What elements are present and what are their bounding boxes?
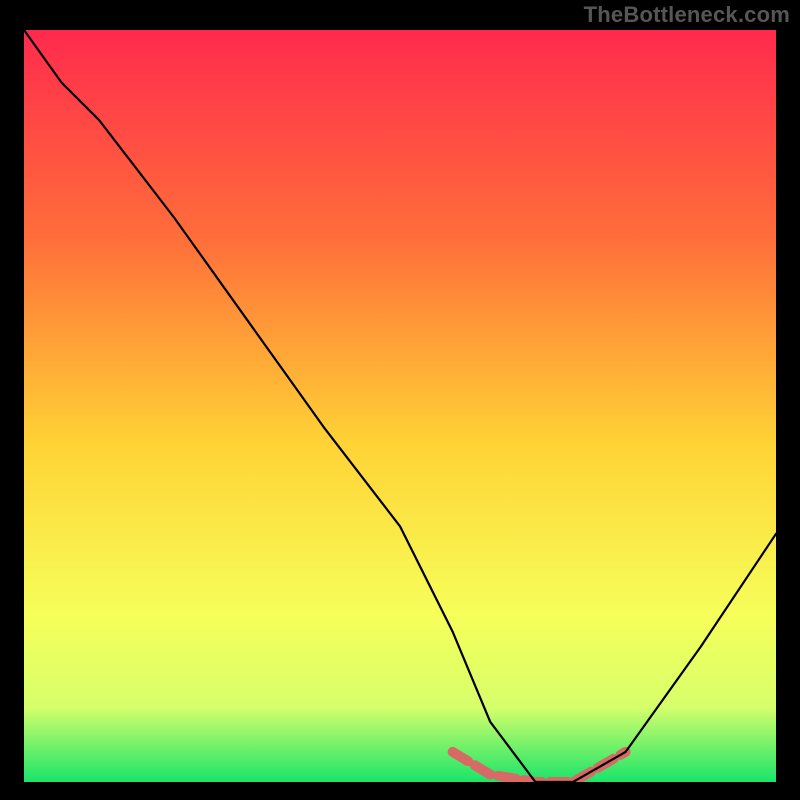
attribution-label: TheBottleneck.com [584,2,790,28]
plot-area [24,30,776,782]
gradient-background [24,30,776,782]
gradient-plot [24,30,776,782]
chart-frame: TheBottleneck.com [0,0,800,800]
